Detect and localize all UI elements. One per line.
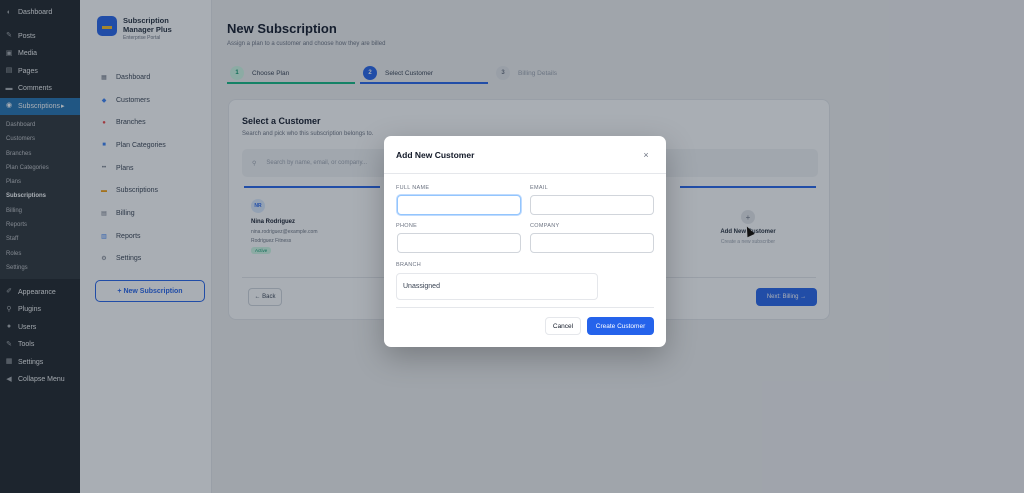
phone-label: PHONE	[396, 223, 418, 229]
cancel-button[interactable]: Cancel	[545, 317, 581, 335]
create-customer-button[interactable]: Create Customer	[587, 317, 654, 335]
branch-label: BRANCH	[396, 262, 422, 268]
email-label: EMAIL	[530, 185, 549, 191]
company-label: COMPANY	[530, 223, 560, 229]
branch-select[interactable]: Unassigned	[396, 273, 598, 300]
branch-selected-value: Unassigned	[403, 283, 440, 290]
modal-footer-divider	[396, 307, 654, 308]
modal-title: Add New Customer	[396, 150, 475, 160]
modal-header-divider	[384, 173, 666, 174]
full-name-label: FULL NAME	[396, 185, 430, 191]
email-field[interactable]	[530, 195, 654, 215]
close-icon[interactable]: ×	[641, 150, 651, 160]
company-field[interactable]	[530, 233, 654, 253]
add-customer-modal: Add New Customer × FULL NAME EMAIL PHONE…	[384, 136, 666, 347]
phone-field[interactable]	[397, 233, 521, 253]
full-name-field[interactable]	[397, 195, 521, 215]
